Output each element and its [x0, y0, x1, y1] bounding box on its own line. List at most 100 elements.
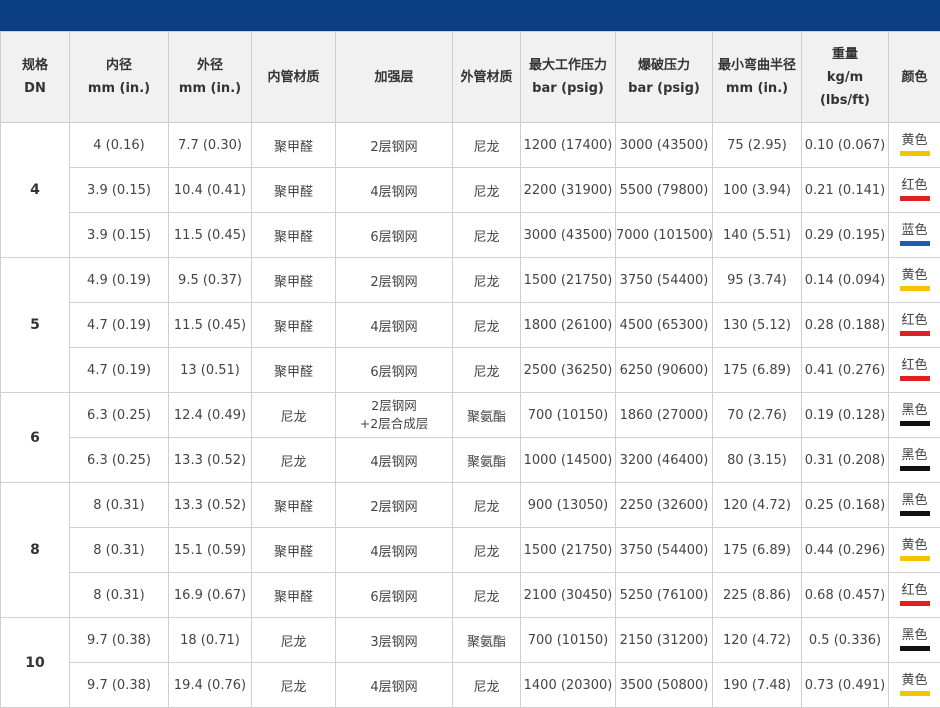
color-cell: 红色 [889, 303, 940, 348]
max-working-pressure-cell: 2500 (36250) [521, 348, 616, 393]
table-row: 88 (0.31)13.3 (0.52)聚甲醛2层钢网尼龙900 (13050)… [1, 483, 940, 528]
color-cell: 黄色 [889, 258, 940, 303]
table-row: 4.7 (0.19)11.5 (0.45)聚甲醛4层钢网尼龙1800 (2610… [1, 303, 940, 348]
dn-cell: 8 [1, 483, 70, 618]
color-swatch [900, 691, 930, 696]
inner-diameter-cell: 4.9 (0.19) [70, 258, 169, 303]
color-cell: 红色 [889, 348, 940, 393]
outer-material-cell: 尼龙 [453, 348, 521, 393]
reinforcement-cell: 2层钢网 [336, 123, 453, 168]
inner-diameter-cell: 8 (0.31) [70, 528, 169, 573]
inner-material-cell: 聚甲醛 [252, 123, 336, 168]
outer-material-cell: 尼龙 [453, 303, 521, 348]
outer-material-cell: 聚氨酯 [453, 438, 521, 483]
reinforcement-line: 4层钢网 [336, 451, 452, 470]
weight-cell: 0.44 (0.296) [802, 528, 889, 573]
color-swatch [900, 286, 930, 291]
header-line: mm (in.) [169, 77, 251, 100]
color-swatch [900, 511, 930, 516]
max-working-pressure-cell: 2200 (31900) [521, 168, 616, 213]
color-swatch [900, 556, 930, 561]
weight-cell: 0.10 (0.067) [802, 123, 889, 168]
burst-pressure-cell: 7000 (101500) [616, 213, 713, 258]
inner-diameter-cell: 8 (0.31) [70, 483, 169, 528]
inner-diameter-cell: 8 (0.31) [70, 573, 169, 618]
burst-pressure-cell: 6250 (90600) [616, 348, 713, 393]
header-line: 规格 [1, 54, 69, 77]
header-line: 内管材质 [252, 66, 335, 89]
burst-pressure-cell: 4500 (65300) [616, 303, 713, 348]
outer-diameter-cell: 18 (0.71) [169, 618, 252, 663]
color-label: 黄色 [889, 538, 940, 554]
reinforcement-cell: 4层钢网 [336, 528, 453, 573]
inner-material-cell: 聚甲醛 [252, 213, 336, 258]
max-working-pressure-cell: 700 (10150) [521, 618, 616, 663]
burst-pressure-cell: 2250 (32600) [616, 483, 713, 528]
reinforcement-cell: 2层钢网+2层合成层 [336, 393, 453, 438]
max-working-pressure-cell: 900 (13050) [521, 483, 616, 528]
header-line: mm (in.) [70, 77, 168, 100]
weight-cell: 0.41 (0.276) [802, 348, 889, 393]
reinforcement-line: +2层合成层 [336, 415, 452, 433]
color-swatch [900, 151, 930, 156]
reinforcement-line: 4层钢网 [336, 316, 452, 335]
color-cell: 黑色 [889, 483, 940, 528]
reinforcement-line: 2层钢网 [336, 271, 452, 290]
burst-pressure-cell: 1860 (27000) [616, 393, 713, 438]
header-line: (lbs/ft) [802, 89, 888, 112]
inner-material-cell: 尼龙 [252, 618, 336, 663]
inner-diameter-cell: 4.7 (0.19) [70, 303, 169, 348]
outer-material-cell: 尼龙 [453, 123, 521, 168]
inner-diameter-cell: 6.3 (0.25) [70, 438, 169, 483]
burst-pressure-cell: 3500 (50800) [616, 663, 713, 708]
outer-diameter-cell: 19.4 (0.76) [169, 663, 252, 708]
reinforcement-line: 2层钢网 [336, 397, 452, 415]
inner-material-cell: 尼龙 [252, 663, 336, 708]
header-outer-diameter: 外径mm (in.) [169, 32, 252, 123]
table-row: 54.9 (0.19)9.5 (0.37)聚甲醛2层钢网尼龙1500 (2175… [1, 258, 940, 303]
min-bend-radius-cell: 75 (2.95) [713, 123, 802, 168]
header-reinforcement: 加强层 [336, 32, 453, 123]
reinforcement-cell: 4层钢网 [336, 438, 453, 483]
outer-diameter-cell: 13.3 (0.52) [169, 483, 252, 528]
inner-material-cell: 聚甲醛 [252, 528, 336, 573]
burst-pressure-cell: 3750 (54400) [616, 258, 713, 303]
color-cell: 黑色 [889, 438, 940, 483]
header-line: bar (psig) [616, 77, 712, 100]
header-line: 内径 [70, 54, 168, 77]
header-line: 最大工作压力 [521, 54, 615, 77]
reinforcement-cell: 2层钢网 [336, 258, 453, 303]
color-cell: 黑色 [889, 618, 940, 663]
weight-cell: 0.19 (0.128) [802, 393, 889, 438]
color-label: 蓝色 [889, 223, 940, 239]
outer-diameter-cell: 11.5 (0.45) [169, 213, 252, 258]
color-label: 红色 [889, 178, 940, 194]
color-cell: 红色 [889, 168, 940, 213]
header-line: 颜色 [889, 66, 940, 89]
hose-spec-table: 规格DN内径mm (in.)外径mm (in.)内管材质加强层外管材质最大工作压… [0, 31, 940, 708]
outer-material-cell: 尼龙 [453, 528, 521, 573]
color-swatch [900, 601, 930, 606]
outer-material-cell: 尼龙 [453, 213, 521, 258]
reinforcement-cell: 4层钢网 [336, 663, 453, 708]
inner-material-cell: 聚甲醛 [252, 258, 336, 303]
inner-diameter-cell: 9.7 (0.38) [70, 618, 169, 663]
header-max-working-pressure: 最大工作压力bar (psig) [521, 32, 616, 123]
color-label: 黄色 [889, 133, 940, 149]
reinforcement-line: 6层钢网 [336, 361, 452, 380]
outer-diameter-cell: 16.9 (0.67) [169, 573, 252, 618]
inner-diameter-cell: 3.9 (0.15) [70, 168, 169, 213]
header-min-bend-radius: 最小弯曲半径mm (in.) [713, 32, 802, 123]
color-cell: 蓝色 [889, 213, 940, 258]
header-line: 最小弯曲半径 [713, 54, 801, 77]
table-row: 6.3 (0.25)13.3 (0.52)尼龙4层钢网聚氨酯1000 (1450… [1, 438, 940, 483]
outer-material-cell: 尼龙 [453, 663, 521, 708]
color-cell: 黄色 [889, 528, 940, 573]
max-working-pressure-cell: 1500 (21750) [521, 528, 616, 573]
weight-cell: 0.29 (0.195) [802, 213, 889, 258]
reinforcement-line: 6层钢网 [336, 586, 452, 605]
inner-material-cell: 尼龙 [252, 393, 336, 438]
max-working-pressure-cell: 700 (10150) [521, 393, 616, 438]
inner-diameter-cell: 9.7 (0.38) [70, 663, 169, 708]
table-row: 8 (0.31)15.1 (0.59)聚甲醛4层钢网尼龙1500 (21750)… [1, 528, 940, 573]
